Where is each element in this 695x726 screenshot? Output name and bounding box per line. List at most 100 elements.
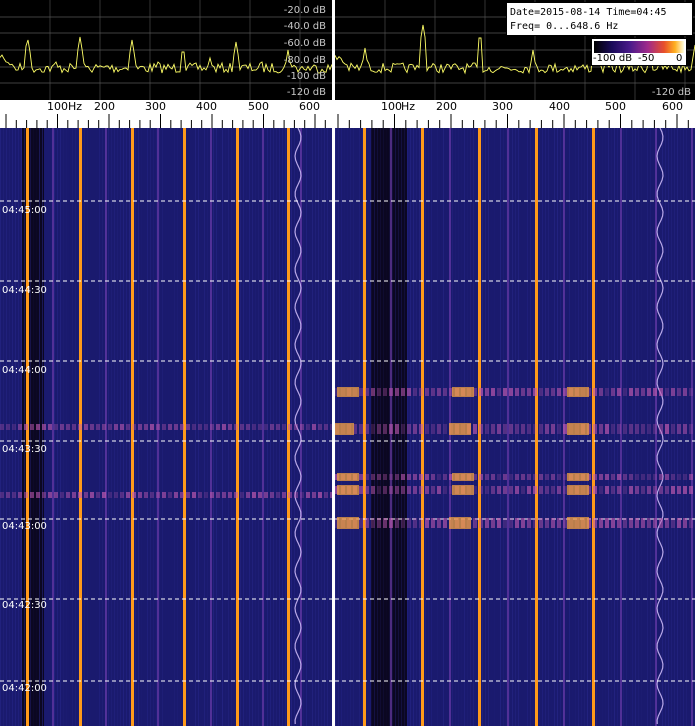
burst-segment xyxy=(443,486,447,494)
burst-segment xyxy=(377,518,381,528)
burst-segment xyxy=(246,492,250,498)
burst-segment xyxy=(605,424,609,434)
burst-segment xyxy=(515,474,519,480)
burst-segment xyxy=(264,424,268,430)
burst-hotspot xyxy=(449,517,471,529)
burst-segment xyxy=(365,424,369,434)
burst-hotspot xyxy=(449,423,471,435)
burst-segment xyxy=(539,388,543,396)
time-label-044500: 04:45:00 xyxy=(2,205,47,216)
burst-segment xyxy=(114,424,118,430)
db-label-40: -40.0 dB xyxy=(283,21,326,32)
burst-segment xyxy=(288,492,292,498)
burst-segment xyxy=(48,492,52,498)
burst-segment xyxy=(252,492,256,498)
burst-segment xyxy=(431,474,435,480)
burst-segment xyxy=(389,474,393,480)
burst-segment xyxy=(533,474,537,480)
burst-segment xyxy=(611,518,615,528)
burst-segment xyxy=(605,486,609,494)
burst-segment xyxy=(539,518,543,528)
frequency-scale-right[interactable]: 100 Hz 200 300 400 500 600 xyxy=(335,100,695,128)
burst-segment xyxy=(306,492,310,498)
burst-segment xyxy=(102,424,106,430)
burst-segment xyxy=(66,492,70,498)
burst-segment xyxy=(431,518,435,528)
burst-segment xyxy=(437,424,441,434)
panel-divider[interactable] xyxy=(332,0,335,726)
burst-segment xyxy=(497,518,501,528)
burst-segment xyxy=(623,424,627,434)
burst-segment xyxy=(617,518,621,528)
burst-segment xyxy=(78,492,82,498)
burst-segment xyxy=(114,492,118,498)
burst-segment xyxy=(689,424,693,434)
tick-label-200: 200 xyxy=(94,100,115,113)
burst-segment xyxy=(557,474,561,480)
burst-segment xyxy=(683,424,687,434)
burst-segment xyxy=(300,424,304,430)
burst-hotspot xyxy=(567,423,589,435)
burst-segment xyxy=(683,518,687,528)
burst-segment xyxy=(312,492,316,498)
burst-segment xyxy=(557,388,561,396)
burst-segment xyxy=(401,388,405,396)
burst-segment xyxy=(665,388,669,396)
burst-hotspot xyxy=(567,485,589,495)
burst-hotspot xyxy=(337,485,359,495)
color-scale[interactable]: -100 dB -50 0 xyxy=(591,38,687,66)
waterfall-right[interactable] xyxy=(335,128,695,726)
burst-segment xyxy=(282,492,286,498)
burst-segment xyxy=(611,486,615,494)
burst-segment xyxy=(665,518,669,528)
burst-segment xyxy=(491,518,495,528)
burst-segment xyxy=(551,518,555,528)
burst-segment xyxy=(407,424,411,434)
burst-segment xyxy=(126,492,130,498)
frequency-scale-left[interactable]: Hz 100 200 300 400 500 600 xyxy=(0,100,332,128)
burst-segment xyxy=(371,388,375,396)
burst-segment xyxy=(425,486,429,494)
burst-segment xyxy=(497,424,501,434)
burst-segment xyxy=(300,492,304,498)
burst-segment xyxy=(665,474,669,480)
burst-segment xyxy=(252,424,256,430)
burst-segment xyxy=(605,388,609,396)
burst-segment xyxy=(407,486,411,494)
burst-segment xyxy=(635,486,639,494)
waterfall-left[interactable]: 04:45:00 04:44:30 04:44:00 04:43:30 04:4… xyxy=(0,128,332,726)
burst-segment xyxy=(371,474,375,480)
burst-segment xyxy=(437,474,441,480)
burst-segment xyxy=(659,388,663,396)
burst-segment xyxy=(413,474,417,480)
burst-segment xyxy=(84,424,88,430)
burst-segment xyxy=(671,518,675,528)
burst-hotspot xyxy=(452,485,474,495)
burst-segment xyxy=(12,492,16,498)
burst-segment xyxy=(593,424,597,434)
burst-segment xyxy=(509,388,513,396)
burst-segment xyxy=(383,474,387,480)
burst-segment xyxy=(365,474,369,480)
burst-segment xyxy=(216,424,220,430)
burst-segment xyxy=(186,424,190,430)
faint-line xyxy=(262,128,264,726)
burst-segment xyxy=(521,474,525,480)
burst-segment xyxy=(545,388,549,396)
burst-segment xyxy=(617,424,621,434)
burst-segment xyxy=(54,492,58,498)
burst-segment xyxy=(371,518,375,528)
burst-segment xyxy=(359,388,363,396)
db-label-80: -80.0 dB xyxy=(283,55,326,66)
burst-segment xyxy=(647,486,651,494)
burst-segment xyxy=(503,388,507,396)
burst-segment xyxy=(222,492,226,498)
burst-segment xyxy=(677,486,681,494)
burst-segment xyxy=(611,474,615,480)
info-box: Date=2015-08-14 Time=04:45 Freq= 0...648… xyxy=(506,2,693,36)
burst-segment xyxy=(276,424,280,430)
tick-label-100: 100 xyxy=(47,100,68,113)
burst-segment xyxy=(383,518,387,528)
burst-segment xyxy=(551,486,555,494)
burst-segment xyxy=(6,424,10,430)
